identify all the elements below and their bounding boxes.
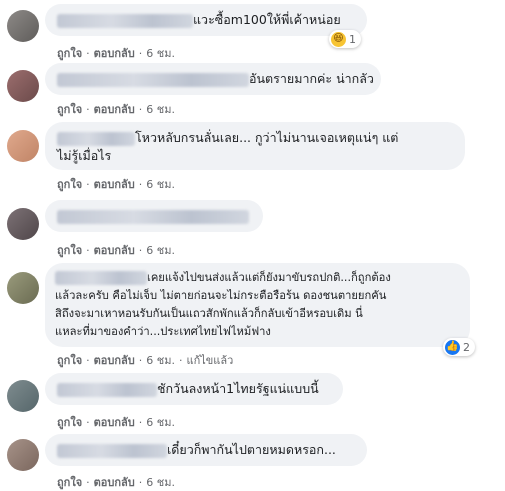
reply-link[interactable]: ตอบกลับ — [94, 100, 135, 118]
blurred-author-name — [57, 13, 193, 28]
separator-dot: · — [138, 416, 143, 429]
like-link[interactable]: ถูกใจ — [57, 44, 82, 62]
like-link[interactable]: ถูกใจ — [57, 351, 82, 369]
avatar[interactable] — [7, 208, 39, 240]
comment-bubble — [45, 200, 263, 232]
timestamp-link[interactable]: 6 ชม. — [146, 351, 175, 369]
comment-actions: ถูกใจ · ตอบกลับ · 6 ชม. — [57, 44, 175, 62]
comment-actions: ถูกใจ · ตอบกลับ · 6 ชม. — [57, 413, 175, 431]
avatar[interactable] — [7, 130, 39, 162]
comment-bubble: ชักวันลงหน้า1ไทยรัฐแน่แบบนี้ — [45, 373, 343, 405]
avatar[interactable] — [7, 380, 39, 412]
timestamp-link[interactable]: 6 ชม. — [146, 241, 175, 259]
separator-dot: · — [138, 244, 143, 257]
comment-text-line: อันตรายมากค่ะ น่ากลัว — [249, 71, 374, 86]
avatar[interactable] — [7, 10, 39, 42]
separator-dot: · — [138, 354, 143, 367]
like-link[interactable]: ถูกใจ — [57, 473, 82, 491]
avatar[interactable] — [7, 272, 39, 304]
like-thumb-icon: 👍 — [445, 339, 460, 355]
reaction-count: 1 — [349, 32, 356, 46]
reaction-count: 2 — [463, 340, 470, 354]
timestamp-link[interactable]: 6 ชม. — [146, 44, 175, 62]
blurred-author-name — [57, 382, 157, 397]
comment-text-line: แหละที่มาของคำว่า...ประเทศไทยไฟไหม้ฟาง — [55, 325, 271, 338]
separator-dot: · — [86, 47, 90, 60]
comment-bubble: เดี๋ยวก็พากันไปตายหมดหรอก... — [45, 434, 367, 466]
separator-dot: · — [86, 103, 90, 116]
comment-text-line: แล้วละครับ คือไม่เจ็บ ไม่ตายก่อนจะไม่กระ… — [55, 289, 387, 302]
haha-emoji-icon: 😆 — [331, 31, 346, 47]
separator-dot: · — [86, 244, 90, 257]
reply-link[interactable]: ตอบกลับ — [94, 351, 135, 369]
comment-actions: ถูกใจ · ตอบกลับ · 6 ชม. — [57, 473, 175, 491]
reply-link[interactable]: ตอบกลับ — [94, 473, 135, 491]
timestamp-link[interactable]: 6 ชม. — [146, 100, 175, 118]
like-link[interactable]: ถูกใจ — [57, 413, 82, 431]
comment-bubble: เคยแจ้งไปขนส่งแล้วแต่ก็ยังมาขับรถปกติ...… — [45, 263, 470, 347]
timestamp-link[interactable]: 6 ชม. — [146, 473, 175, 491]
timestamp-link[interactable]: 6 ชม. — [146, 413, 175, 431]
comment-text-line: ไม่รู้เมื่อไร — [57, 148, 112, 163]
avatar[interactable] — [7, 439, 39, 471]
comment-actions: ถูกใจ · ตอบกลับ · 6 ชม. — [57, 100, 175, 118]
separator-dot: · — [138, 476, 143, 489]
blurred-author-name — [57, 209, 249, 224]
separator-dot: · — [178, 354, 183, 367]
separator-dot: · — [86, 354, 90, 367]
avatar[interactable] — [7, 70, 39, 102]
blurred-author-name — [55, 271, 147, 285]
reaction-summary[interactable]: 😆 1 — [329, 30, 361, 48]
comment-text-line: แวะซื้อm100ให้พี่เค้าหน่อย — [193, 12, 341, 27]
comment-text-line: เดี๋ยวก็พากันไปตายหมดหรอก... — [167, 442, 336, 457]
edited-label[interactable]: แก้ไขแล้ว — [186, 351, 233, 369]
reply-link[interactable]: ตอบกลับ — [94, 241, 135, 259]
blurred-author-name — [57, 443, 167, 458]
comment-bubble: แวะซื้อm100ให้พี่เค้าหน่อย — [45, 4, 367, 36]
comment-actions: ถูกใจ · ตอบกลับ · 6 ชม. · แก้ไขแล้ว — [57, 351, 233, 369]
timestamp-link[interactable]: 6 ชม. — [146, 175, 175, 193]
comment-actions: ถูกใจ · ตอบกลับ · 6 ชม. — [57, 241, 175, 259]
separator-dot: · — [138, 178, 143, 191]
separator-dot: · — [138, 47, 143, 60]
comment-actions: ถูกใจ · ตอบกลับ · 6 ชม. — [57, 175, 175, 193]
separator-dot: · — [138, 103, 143, 116]
like-link[interactable]: ถูกใจ — [57, 241, 82, 259]
comment-text-line: สิถึงจะมาเหาหอนรับกันเป็นแถวสักพักแล้วก็… — [55, 307, 363, 320]
like-link[interactable]: ถูกใจ — [57, 175, 82, 193]
comment-text-line: โหวหลับกรนลั่นเลย... กูว่าไม่นานเจอเหตุแ… — [135, 130, 399, 145]
comment-bubble: โหวหลับกรนลั่นเลย... กูว่าไม่นานเจอเหตุแ… — [45, 122, 465, 170]
separator-dot: · — [86, 416, 90, 429]
comment-text-line: เคยแจ้งไปขนส่งแล้วแต่ก็ยังมาขับรถปกติ...… — [147, 271, 391, 284]
reaction-summary[interactable]: 👍 2 — [443, 338, 475, 356]
separator-dot: · — [86, 476, 90, 489]
separator-dot: · — [86, 178, 90, 191]
like-link[interactable]: ถูกใจ — [57, 100, 82, 118]
reply-link[interactable]: ตอบกลับ — [94, 175, 135, 193]
comment-text-line: ชักวันลงหน้า1ไทยรัฐแน่แบบนี้ — [157, 381, 319, 396]
comment-bubble: อันตรายมากค่ะ น่ากลัว — [45, 63, 381, 95]
reply-link[interactable]: ตอบกลับ — [94, 413, 135, 431]
blurred-author-name — [57, 131, 135, 146]
blurred-author-name — [57, 72, 249, 87]
reply-link[interactable]: ตอบกลับ — [94, 44, 135, 62]
